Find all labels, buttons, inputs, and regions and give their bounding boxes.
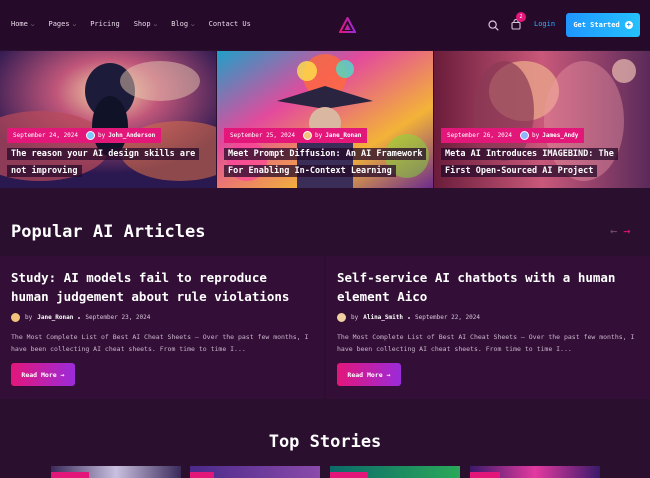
read-more-label: Read More [21, 370, 57, 379]
article-excerpt: The Most Complete List of Best AI Cheat … [11, 333, 309, 353]
avatar [303, 131, 313, 140]
post-date: September 25, 2024 [224, 128, 302, 143]
post-date: September 22, 2024 [414, 314, 481, 321]
story-tag [330, 472, 368, 478]
by-label: by [98, 132, 106, 139]
arrow-right-icon: → [386, 370, 391, 379]
post-title[interactable]: Meet Prompt Diffusion: An AI Framework F… [224, 146, 427, 180]
avatar [86, 131, 96, 140]
arrow-left-icon[interactable]: ← [610, 224, 617, 238]
story-thumbnail[interactable] [190, 466, 320, 478]
post-date: September 26, 2024 [441, 128, 519, 143]
hero-meta: September 25, 2024 by Jane_Ronan [224, 128, 368, 143]
nav-item-blog[interactable]: Blog ⌵ [171, 20, 194, 28]
read-more-label: Read More [347, 370, 383, 379]
author-name: John_Anderson [108, 132, 156, 139]
separator-dot [407, 316, 410, 319]
nav-item-label: Pages [48, 20, 70, 28]
post-author[interactable]: by Jane_Ronan [301, 128, 368, 143]
carousel-arrows: ← → [610, 224, 630, 238]
avatar [11, 313, 20, 322]
by-label: by [315, 132, 323, 139]
article-card: Self-service AI chatbots with a human el… [326, 256, 650, 399]
post-title[interactable]: The reason your AI design skills are not… [7, 146, 207, 180]
read-more-button[interactable]: Read More → [337, 363, 401, 386]
post-title-text: Meet Prompt Diffusion: An AI Framework F… [224, 148, 427, 177]
search-icon[interactable] [488, 20, 499, 31]
by-label: by [25, 314, 33, 321]
login-link[interactable]: Login [534, 20, 555, 28]
story-tag [51, 472, 89, 478]
header-nav: Home ⌵ Pages ⌵ Pricing Shop ⌵ Blog ⌵ Contact… [0, 0, 650, 50]
section-title: Popular AI Articles [11, 222, 206, 242]
story-thumbnail[interactable] [470, 466, 600, 478]
chevron-down-icon: ⌵ [72, 20, 77, 28]
post-title[interactable]: Meta AI Introduces IMAGEBIND: The First … [441, 146, 641, 180]
plus-icon: + [624, 21, 633, 29]
author-name: Jane_Ronan [325, 132, 362, 139]
hero-card[interactable]: September 26, 2024 by James_Andy Meta AI … [434, 51, 650, 188]
avatar [520, 131, 530, 140]
nav-item-shop[interactable]: Shop ⌵ [134, 20, 157, 28]
post-date: September 23, 2024 [85, 314, 151, 321]
nav-item-contact[interactable]: Contact Us [209, 20, 251, 28]
article-card: Study: AI models fail to reproduce human… [0, 256, 324, 399]
article-meta: by Alina_Smith September 22, 2024 [337, 313, 480, 322]
avatar [337, 313, 346, 322]
post-author[interactable]: by James_Andy [518, 128, 585, 143]
article-title[interactable]: Study: AI models fail to reproduce human… [11, 268, 306, 306]
nav-item-label: Pricing [90, 20, 120, 28]
hero-meta: September 24, 2024 by John_Anderson [7, 128, 162, 143]
hero-meta: September 26, 2024 by James_Andy [441, 128, 585, 143]
article-title[interactable]: Self-service AI chatbots with a human el… [337, 268, 632, 306]
get-started-label: Get Started [573, 21, 620, 29]
separator-dot [78, 316, 81, 319]
post-author[interactable]: by John_Anderson [84, 128, 162, 143]
story-thumbnail[interactable] [330, 466, 460, 478]
article-excerpt: The Most Complete List of Best AI Cheat … [337, 333, 635, 353]
article-meta: by Jane_Ronan September 23, 2024 [11, 313, 150, 322]
arrow-right-icon[interactable]: → [623, 224, 630, 238]
author-name: James_Andy [542, 132, 579, 139]
post-date: September 24, 2024 [7, 128, 85, 143]
by-label: by [351, 314, 359, 321]
nav-item-label: Contact Us [208, 20, 251, 28]
main-menu: Home ⌵ Pages ⌵ Pricing Shop ⌵ Blog ⌵ Contact… [11, 20, 265, 28]
nav-item-label: Shop [133, 20, 151, 28]
nav-item-pages[interactable]: Pages ⌵ [48, 20, 76, 28]
chevron-down-icon: ⌵ [191, 20, 195, 28]
section-title: Top Stories [268, 432, 382, 452]
chevron-down-icon: ⌵ [153, 20, 158, 28]
story-tag [470, 472, 500, 478]
read-more-button[interactable]: Read More → [11, 363, 75, 386]
triangle-logo-icon[interactable] [339, 17, 356, 33]
nav-item-pricing[interactable]: Pricing [90, 20, 120, 28]
hero-card[interactable]: September 25, 2024 by Jane_Ronan Meet Pro… [217, 51, 433, 188]
cart-count-badge: 2 [516, 12, 526, 22]
author-name[interactable]: Jane_Ronan [37, 314, 73, 321]
post-title-text: Meta AI Introduces IMAGEBIND: The First … [441, 148, 618, 177]
nav-item-home[interactable]: Home ⌵ [11, 20, 34, 28]
author-name[interactable]: Alina_Smith [363, 314, 403, 321]
post-title-text: The reason your AI design skills are not… [7, 148, 200, 177]
story-thumbnail[interactable] [51, 466, 181, 478]
chevron-down-icon: ⌵ [30, 20, 35, 28]
arrow-right-icon: → [60, 370, 65, 379]
hero-card[interactable]: September 24, 2024 by John_Anderson The r… [0, 51, 216, 188]
by-label: by [532, 132, 540, 139]
nav-item-label: Blog [171, 20, 189, 28]
get-started-button[interactable]: Get Started + [566, 13, 640, 37]
nav-item-label: Home [11, 20, 28, 28]
story-tag [190, 472, 214, 478]
